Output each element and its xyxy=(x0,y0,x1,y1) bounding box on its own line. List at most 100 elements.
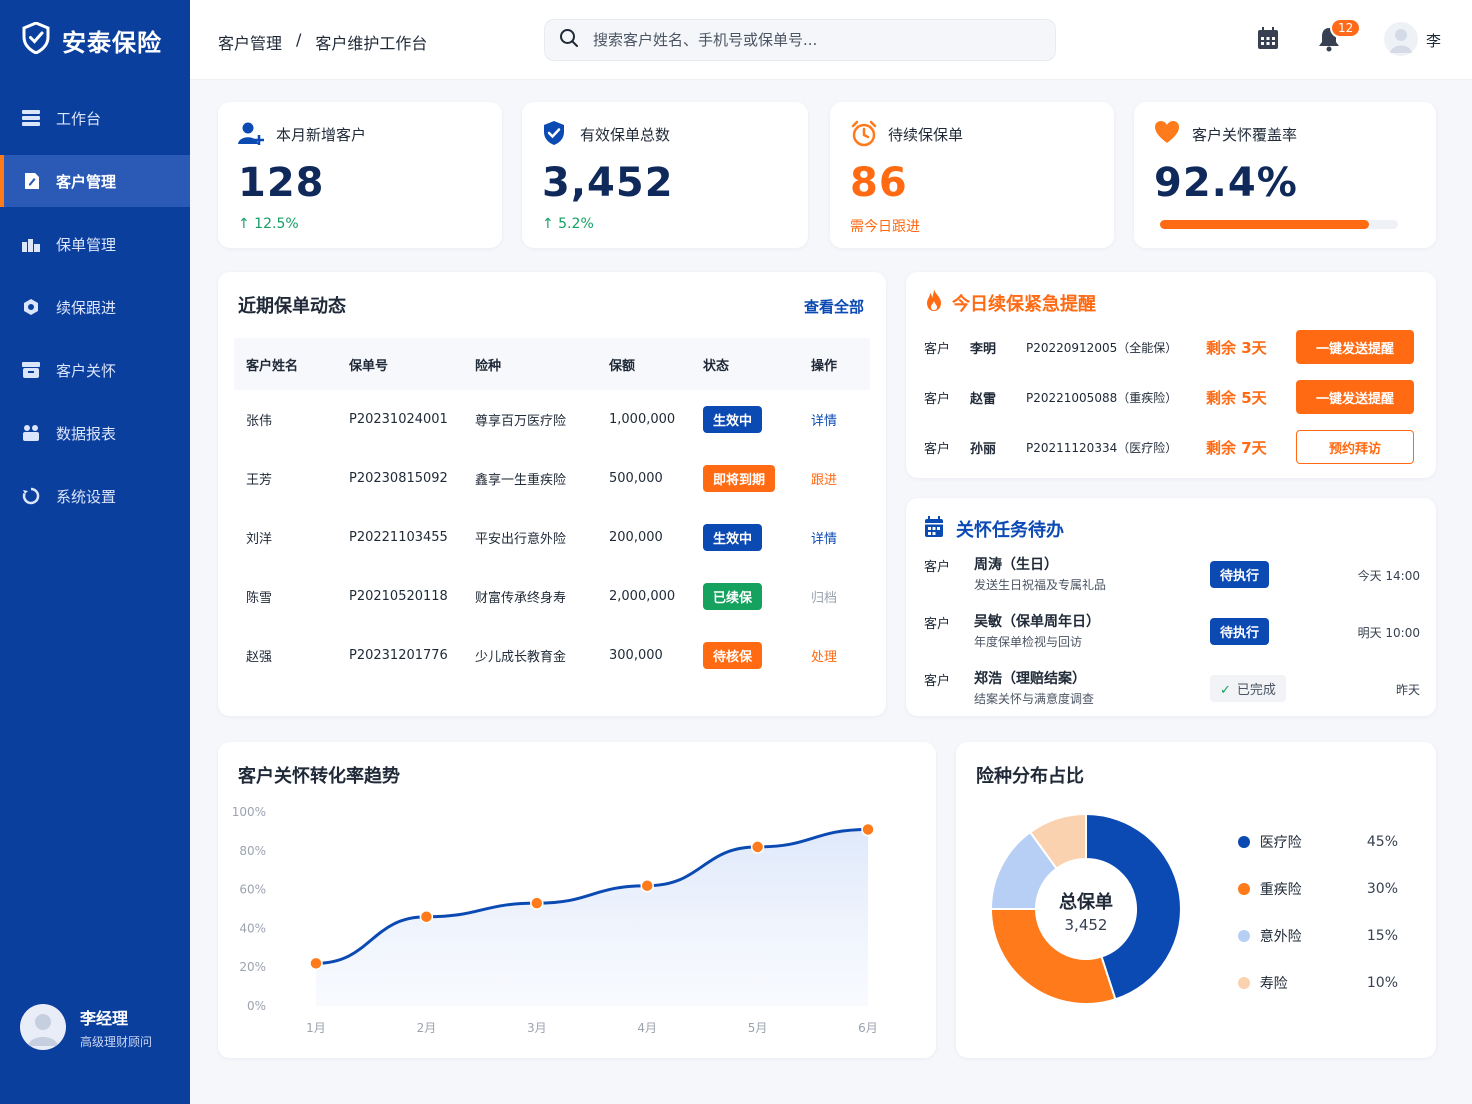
breadcrumb: 客户管理 / 客户维护工作台 xyxy=(218,30,427,54)
coverage-progress-track xyxy=(1160,220,1398,229)
sidebar-item[interactable]: 工作台 xyxy=(0,92,190,144)
profile-name: 李经理 xyxy=(80,1008,129,1028)
task-time: 今天 14:00 xyxy=(1357,569,1420,583)
stat-card-active-policies[interactable]: 有效保单总数 3,452 ↑ 5.2% xyxy=(522,102,808,248)
y-tick-label: 100% xyxy=(232,805,266,819)
card-title: 险种分布占比 xyxy=(976,766,1084,787)
x-tick-label: 1月 xyxy=(306,1021,326,1035)
table-row[interactable]: 陈雪 P20210520118 财富传承终身寿 2,000,000 已续保 归档 xyxy=(234,567,870,626)
search-bar[interactable] xyxy=(544,19,1056,61)
care-task-row[interactable]: 客户 郑浩（理赔结案） 结案关怀与满意度调查 ✓ 已完成 昨天 xyxy=(924,668,1420,714)
column-header: 操作 xyxy=(799,338,870,390)
cell-type: 少儿成长教育金 xyxy=(475,650,567,665)
stat-title: 客户关怀覆盖率 xyxy=(1192,126,1298,144)
legend-dot xyxy=(1238,977,1250,989)
row-action-link[interactable]: 详情 xyxy=(811,414,837,429)
stat-card-new-customers[interactable]: 本月新增客户 128 ↑ 12.5% xyxy=(218,102,502,248)
sidebar-item[interactable]: 续保跟进 xyxy=(0,281,190,333)
cell-no: P20231024001 xyxy=(349,412,448,427)
app-name: 安泰保险 xyxy=(62,28,162,57)
task-status-badge: 待执行 xyxy=(1210,561,1270,588)
shield-check-icon xyxy=(542,120,568,146)
row-action-link[interactable]: 处理 xyxy=(811,650,837,665)
renewal-reminder-row: 客户 赵雷 P20221005088（重疾险） 剩余 5天 一键发送提醒 xyxy=(924,380,1414,414)
customer-prefix: 客户 xyxy=(924,617,951,632)
notification-bell[interactable]: 12 xyxy=(1318,18,1362,56)
profile-role: 高级理财顾问 xyxy=(80,1034,153,1049)
customer-prefix: 客户 xyxy=(924,391,951,407)
policy-number: P20211120334（医疗险） xyxy=(1026,440,1178,455)
care-icon xyxy=(22,361,40,379)
urgent-renewal-card: 今日续保紧急提醒 客户 李明 P20220912005（全能保） 剩余 3天 一键发送提… xyxy=(906,272,1436,478)
table-row[interactable]: 刘洋 P20221103455 平安出行意外险 200,000 生效中 详情 xyxy=(234,508,870,567)
user-profile[interactable]: 李经理 高级理财顾问 xyxy=(20,1004,152,1050)
care-task-row[interactable]: 客户 吴敏（保单周年日） 年度保单检视与回访 待执行 明天 10:00 xyxy=(924,611,1420,657)
cell-status: 待核保 xyxy=(691,626,799,685)
sidebar-item[interactable]: 保单管理 xyxy=(0,218,190,270)
cell-type: 尊享百万医疗险 xyxy=(475,414,567,429)
send-reminder-button[interactable]: 一键发送提醒 xyxy=(1296,380,1414,414)
row-action-link[interactable]: 归档 xyxy=(811,591,837,606)
task-title: 郑浩（理赔结案） xyxy=(974,671,1086,687)
avatar xyxy=(20,1004,66,1050)
sidebar-item[interactable]: 系统设置 xyxy=(0,470,190,522)
send-reminder-button[interactable]: 一键发送提醒 xyxy=(1296,330,1414,364)
search-icon xyxy=(559,28,579,52)
view-all-link[interactable]: 查看全部 xyxy=(804,296,864,317)
customer-prefix: 客户 xyxy=(924,441,951,457)
header-username[interactable]: 李 xyxy=(1426,30,1441,51)
customer-name: 赵雷 xyxy=(970,391,997,407)
calendar-icon[interactable] xyxy=(1257,26,1279,54)
care-tasks-card: 关怀任务待办 客户 周涛（生日） 发送生日祝福及专属礼品 待执行 今天 14:00 客户吴… xyxy=(906,498,1436,716)
stat-card-pending-renewal[interactable]: 待续保保单 86 需今日跟进 xyxy=(830,102,1114,248)
breadcrumb-parent[interactable]: 客户管理 xyxy=(218,30,282,54)
logo[interactable]: 安泰保险 xyxy=(0,0,190,80)
legend-item: 重疾险 30% xyxy=(1238,879,1398,899)
cell-no: P20221103455 xyxy=(349,530,448,545)
renewal-reminder-row: 客户 孙丽 P20211120334（医疗险） 剩余 7天 预约拜访 xyxy=(924,430,1414,464)
legend-percent: 15% xyxy=(1366,928,1398,944)
trend-point xyxy=(640,878,654,893)
legend-label: 意外险 xyxy=(1259,929,1302,945)
cell-action: 详情 xyxy=(799,508,870,567)
legend-label: 寿险 xyxy=(1259,976,1288,992)
table-row[interactable]: 王芳 P20230815092 鑫享一生重疾险 500,000 即将到期 跟进 xyxy=(234,449,870,508)
sidebar-item[interactable]: 数据报表 xyxy=(0,407,190,459)
task-title: 吴敏（保单周年日） xyxy=(974,614,1100,630)
cell-action: 归档 xyxy=(799,567,870,626)
card-title: 今日续保紧急提醒 xyxy=(952,294,1096,315)
cell-amount: 1,000,000 xyxy=(609,412,676,427)
cell-type: 鑫享一生重疾险 xyxy=(475,473,567,488)
heart-icon xyxy=(1154,120,1180,146)
stat-card-care-coverage[interactable]: 客户关怀覆盖率 92.4% xyxy=(1134,102,1436,248)
report-icon xyxy=(22,424,40,442)
cell-status: 生效中 xyxy=(691,508,799,567)
task-title: 周涛（生日） xyxy=(974,557,1058,573)
stat-title: 待续保保单 xyxy=(888,126,964,144)
sidebar-nav: 工作台客户管理保单管理续保跟进客户关怀数据报表系统设置 xyxy=(0,92,190,522)
status-badge: 生效中 xyxy=(703,406,763,433)
sidebar-item[interactable]: 客户关怀 xyxy=(0,344,190,396)
cell-status: 已续保 xyxy=(691,567,799,626)
breadcrumb-separator: / xyxy=(296,30,302,49)
schedule-visit-button[interactable]: 预约拜访 xyxy=(1296,430,1414,464)
search-input[interactable] xyxy=(593,31,1013,49)
donut-center-label: 总保单 xyxy=(1059,892,1113,913)
care-task-row[interactable]: 客户 周涛（生日） 发送生日祝福及专属礼品 待执行 今天 14:00 xyxy=(924,554,1420,600)
table-header-row: 客户姓名 保单号 险种 保额 状态 操作 xyxy=(234,338,870,390)
row-action-link[interactable]: 详情 xyxy=(811,532,837,547)
table-row[interactable]: 赵强 P20231201776 少儿成长教育金 300,000 待核保 处理 xyxy=(234,626,870,685)
header-avatar[interactable] xyxy=(1384,22,1418,56)
task-description: 结案关怀与满意度调查 xyxy=(974,692,1095,706)
x-tick-label: 6月 xyxy=(858,1021,878,1035)
cell-amount: 2,000,000 xyxy=(609,589,676,604)
sidebar-item[interactable]: 客户管理 xyxy=(0,155,190,207)
distribution-card: 险种分布占比 总保单 3,452 医疗险 45% 重疾险 30% 意外险 15% 寿险 10% xyxy=(956,742,1436,1058)
table-row[interactable]: 张伟 P20231024001 尊享百万医疗险 1,000,000 生效中 详情 xyxy=(234,390,870,449)
x-tick-label: 3月 xyxy=(527,1021,547,1035)
row-action-link[interactable]: 跟进 xyxy=(811,473,837,488)
y-tick-label: 80% xyxy=(239,844,266,858)
cell-amount: 200,000 xyxy=(609,530,663,545)
cell-no: P20230815092 xyxy=(349,471,448,486)
stat-value: 86 xyxy=(850,160,908,206)
